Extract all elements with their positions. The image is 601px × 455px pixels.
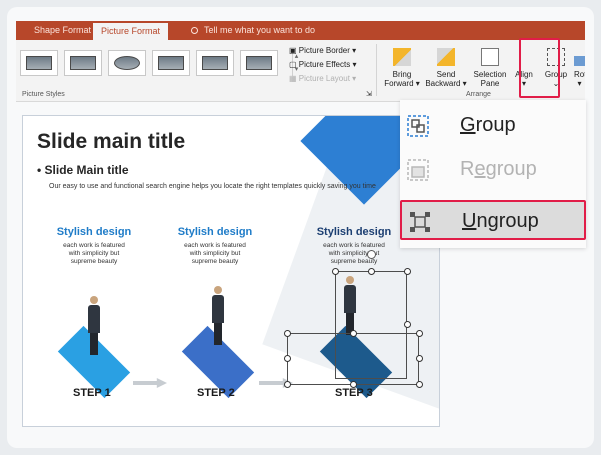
rotate-label: Rotate xyxy=(574,70,585,79)
picture-styles-group-label: Picture Styles xyxy=(22,91,65,98)
bring-forward-label-1: Bring xyxy=(392,70,412,79)
ungroup-icon xyxy=(410,212,430,232)
feature-3[interactable]: Stylish design each work is featured wit… xyxy=(299,226,409,266)
slide-description[interactable]: Our easy to use and functional search en… xyxy=(49,183,376,190)
picture-style-4[interactable] xyxy=(152,50,190,76)
ribbon-tab-bar: Shape Format Picture Format Tell me what… xyxy=(16,21,585,40)
picture-effects-button[interactable]: ▢ Picture Effects ▾ xyxy=(289,60,356,69)
feature-body: each work is featured with simplicity bu… xyxy=(63,242,125,265)
arrange-group-label: Arrange xyxy=(466,91,491,98)
rotate-icon xyxy=(574,48,585,66)
resize-handle[interactable] xyxy=(416,381,423,388)
resize-handle[interactable] xyxy=(416,355,423,362)
feature-heading: Stylish design xyxy=(56,226,132,238)
step-arrow-1 xyxy=(133,378,167,388)
resize-handle[interactable] xyxy=(368,268,375,275)
picture-effects-label: Picture Effects xyxy=(298,60,351,69)
group-dropdown-menu: Group Regroup Ungroup xyxy=(400,100,586,248)
feature-2[interactable]: Stylish design each work is featured wit… xyxy=(160,226,270,266)
regroup-icon xyxy=(407,159,429,181)
group-button-highlight xyxy=(519,38,560,98)
feature-heading: Stylish design xyxy=(316,226,392,238)
picture-style-3[interactable] xyxy=(108,50,146,76)
step-3-label: STEP 3 xyxy=(335,387,373,399)
dialog-launcher-icon[interactable]: ⇲ xyxy=(366,90,372,98)
resize-handle[interactable] xyxy=(350,330,357,337)
menu-item-ungroup[interactable]: Ungroup xyxy=(400,200,586,240)
menu-item-label: Ungroup xyxy=(462,210,539,232)
resize-handle[interactable] xyxy=(332,268,339,275)
slide-canvas[interactable]: Slide main title • Slide Main title Our … xyxy=(22,115,440,427)
rotate-button[interactable]: Rotate▾ xyxy=(574,48,585,88)
menu-item-regroup[interactable]: Regroup xyxy=(400,150,586,190)
slide-subtitle[interactable]: • Slide Main title xyxy=(37,163,129,177)
picture-style-5[interactable] xyxy=(196,50,234,76)
picture-border-button[interactable]: ▣ Picture Border ▾ xyxy=(289,46,356,55)
picture-layout-button[interactable]: ▦ Picture Layout ▾ xyxy=(289,74,356,83)
tab-shape-format[interactable]: Shape Format xyxy=(34,21,91,40)
group-separator xyxy=(376,44,377,96)
bring-forward-icon xyxy=(393,48,411,66)
step-2-label: STEP 2 xyxy=(197,387,235,399)
person-figure-1[interactable] xyxy=(88,296,100,355)
resize-handle[interactable] xyxy=(416,330,423,337)
tell-me-search[interactable]: Tell me what you want to do xyxy=(191,21,315,40)
picture-layout-label: Picture Layout xyxy=(298,74,350,83)
send-backward-button[interactable]: Send Backward ▾ xyxy=(424,48,468,88)
picture-border-label: Picture Border xyxy=(298,46,350,55)
slide-title[interactable]: Slide main title xyxy=(37,130,185,154)
resize-handle[interactable] xyxy=(284,330,291,337)
tell-me-text: Tell me what you want to do xyxy=(204,25,316,35)
resize-handle[interactable] xyxy=(284,355,291,362)
menu-item-label: Regroup xyxy=(460,158,537,180)
menu-item-label: Group xyxy=(460,114,516,136)
feature-body: each work is featured with simplicity bu… xyxy=(323,242,385,265)
feature-heading: Stylish design xyxy=(177,226,253,238)
picture-style-6[interactable] xyxy=(240,50,278,76)
person-figure-2[interactable] xyxy=(212,286,224,345)
send-backward-label-2: Backward xyxy=(425,79,461,88)
menu-item-group[interactable]: Group xyxy=(400,106,586,146)
resize-handle[interactable] xyxy=(350,381,357,388)
resize-handle[interactable] xyxy=(284,381,291,388)
tab-picture-format[interactable]: Picture Format xyxy=(93,23,169,40)
ribbon: ▴ ▾ ▣ Picture Border ▾ ▢ Picture Effects … xyxy=(16,40,585,102)
picture-style-2[interactable] xyxy=(64,50,102,76)
resize-handle[interactable] xyxy=(404,321,411,328)
selection-pane-icon xyxy=(481,48,499,66)
resize-handle[interactable] xyxy=(404,268,411,275)
bring-forward-button[interactable]: Bring Forward ▾ xyxy=(382,48,422,88)
selected-platform-frame[interactable] xyxy=(287,333,419,385)
selection-pane-button[interactable]: Selection Pane xyxy=(470,48,510,88)
selection-pane-label-2: Pane xyxy=(480,79,500,88)
lightbulb-icon xyxy=(191,27,198,35)
send-backward-label-1: Send xyxy=(436,70,456,79)
selection-pane-label-1: Selection xyxy=(473,70,507,79)
bring-forward-label-2: Forward xyxy=(384,79,414,88)
step-1-label: STEP 1 xyxy=(73,387,111,399)
rotate-handle-icon[interactable] xyxy=(367,250,376,259)
send-backward-icon xyxy=(437,48,455,66)
picture-style-1[interactable] xyxy=(20,50,58,76)
feature-body: each work is featured with simplicity bu… xyxy=(184,242,246,265)
feature-1[interactable]: Stylish design each work is featured wit… xyxy=(39,226,149,266)
group-icon xyxy=(407,115,429,137)
